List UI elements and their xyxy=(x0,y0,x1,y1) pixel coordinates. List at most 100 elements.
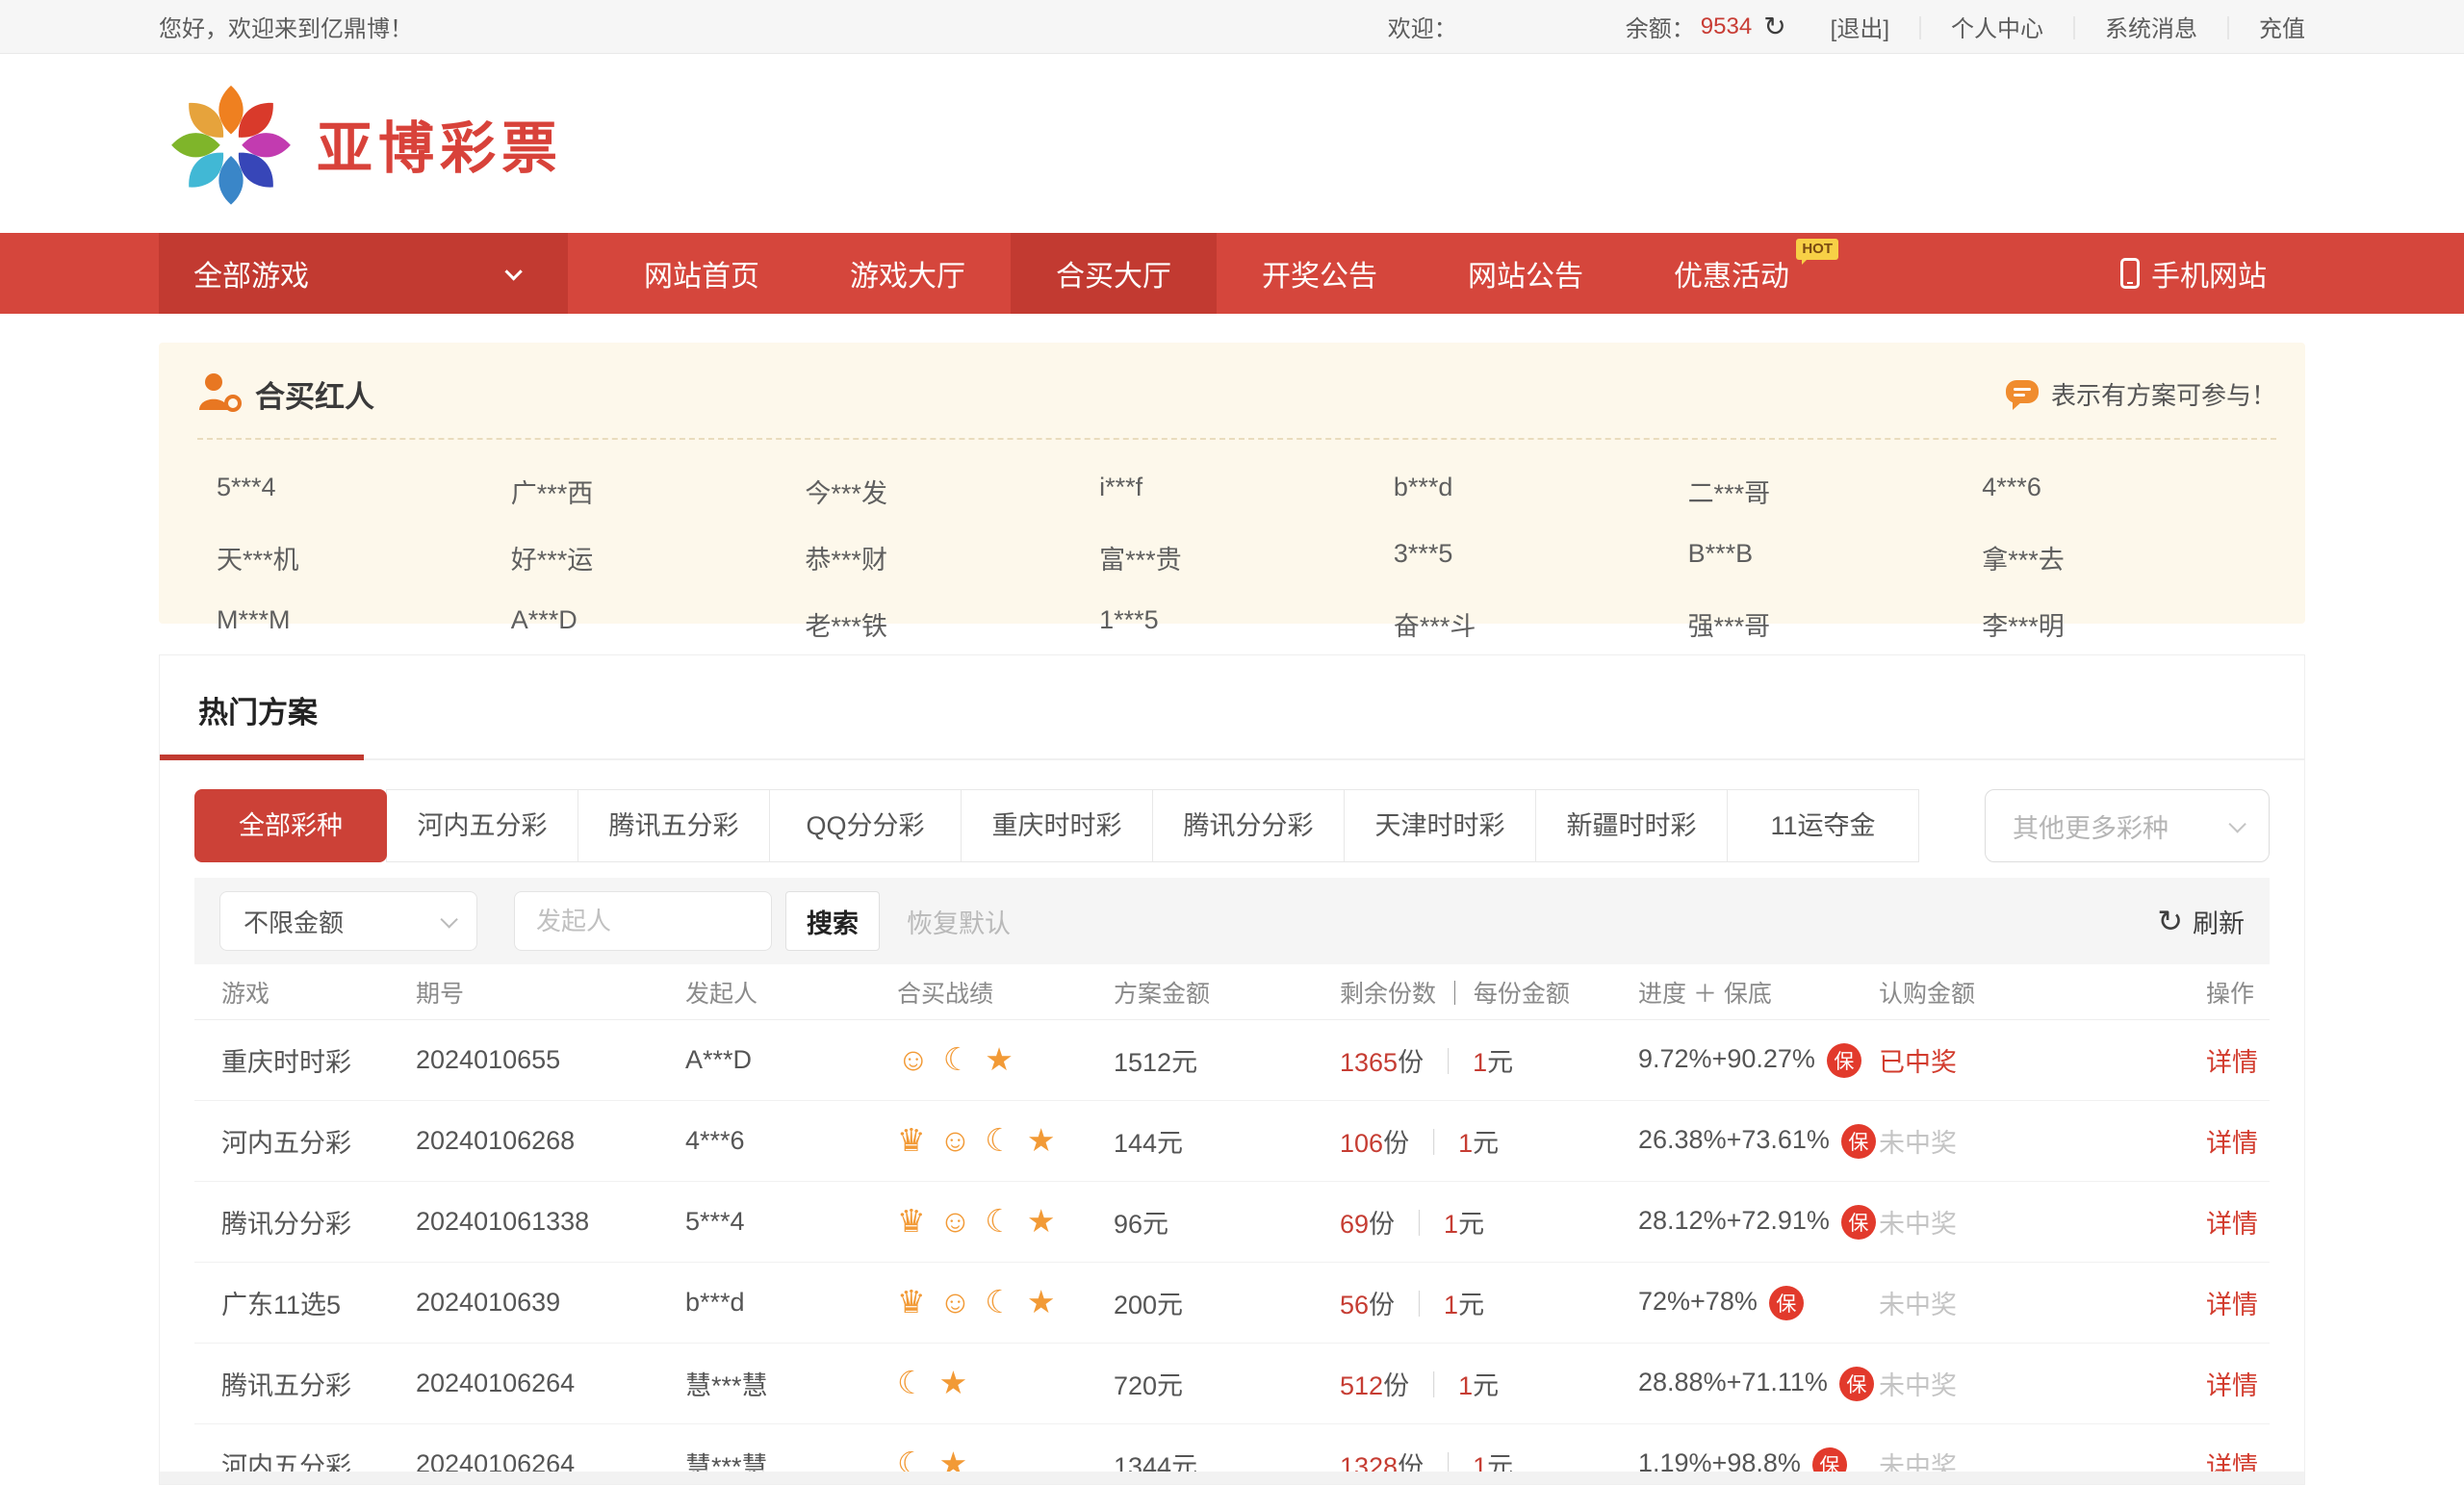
nav-item[interactable]: 开奖公告 xyxy=(1217,233,1423,314)
initiator-search-input[interactable] xyxy=(514,891,772,951)
bottom-strip xyxy=(160,1472,2304,1484)
amount-cell: 720元 xyxy=(1114,1365,1340,1402)
detail-link[interactable]: 详情 xyxy=(2206,1048,2258,1077)
shares-number: 106 xyxy=(1340,1129,1383,1158)
crown-icon: ♛ xyxy=(897,1203,926,1239)
game-cell: 腾讯五分彩 xyxy=(221,1365,416,1402)
plan-tab[interactable]: QQ分分彩 xyxy=(769,789,962,862)
shares-unit: 份 xyxy=(1383,1371,1409,1400)
hot-user[interactable]: M***M xyxy=(217,605,511,643)
plan-tab[interactable]: 11运夺金 xyxy=(1727,789,1919,862)
hot-user[interactable]: 老***铁 xyxy=(805,605,1099,643)
progress-value: 28.12%+72.91% xyxy=(1638,1206,1830,1235)
guarantee-badge: 保 xyxy=(1841,1124,1876,1159)
hot-user[interactable]: 恭***财 xyxy=(805,539,1099,576)
record-badges-cell: ☾★ xyxy=(897,1367,1114,1400)
nav-item[interactable]: 优惠活动HOT xyxy=(1629,233,1835,314)
issue-cell: 20240106264 xyxy=(416,1369,685,1398)
per-share-unit: 元 xyxy=(1458,1291,1484,1319)
balance: 余额： 9534 ↻ xyxy=(1626,10,1786,43)
hot-user[interactable]: 二***哥 xyxy=(1688,473,1983,510)
separator: ｜ xyxy=(1421,1129,1447,1158)
hot-user[interactable]: 3***5 xyxy=(1394,539,1688,576)
nav-item-label: 开奖公告 xyxy=(1262,252,1377,294)
detail-link[interactable]: 详情 xyxy=(2206,1291,2258,1319)
nav-item-label: 网站首页 xyxy=(644,252,759,294)
nav-item[interactable]: 网站公告 xyxy=(1423,233,1629,314)
search-button[interactable]: 搜索 xyxy=(785,891,880,951)
logout-link[interactable]: [退出] xyxy=(1831,10,1889,43)
hot-user[interactable]: A***D xyxy=(511,605,806,643)
hot-user[interactable]: 广***西 xyxy=(511,473,806,510)
all-games-label: 全部游戏 xyxy=(193,252,309,294)
hot-user[interactable]: 今***发 xyxy=(805,473,1099,510)
balance-refresh-icon[interactable]: ↻ xyxy=(1763,13,1785,40)
site-logo[interactable]: 亚博彩票 xyxy=(159,69,563,218)
star-icon: ★ xyxy=(1027,1203,1056,1239)
detail-link[interactable]: 详情 xyxy=(2206,1129,2258,1158)
progress-cell: 28.12%+72.91%保 xyxy=(1638,1205,1879,1240)
shares-unit: 份 xyxy=(1369,1291,1395,1319)
plan-tab[interactable]: 全部彩种 xyxy=(194,789,387,862)
plan-tab[interactable]: 腾讯分分彩 xyxy=(1152,789,1345,862)
nav-item[interactable]: 网站首页 xyxy=(599,233,805,314)
hot-user[interactable]: 1***5 xyxy=(1099,605,1394,643)
nav-item[interactable]: 游戏大厅 xyxy=(805,233,1011,314)
plan-tab[interactable]: 腾讯五分彩 xyxy=(578,789,770,862)
shares-unit: 份 xyxy=(1398,1048,1424,1077)
refresh-label: 刷新 xyxy=(2193,903,2245,940)
nav-item-mobile[interactable]: 手机网站 xyxy=(2082,233,2305,314)
progress-cell: 9.72%+90.27%保 xyxy=(1638,1043,1879,1078)
more-lotteries-select[interactable]: 其他更多彩种 xyxy=(1985,789,2270,862)
detail-link[interactable]: 详情 xyxy=(2206,1210,2258,1239)
progress-cell: 28.88%+71.11%保 xyxy=(1638,1367,1879,1401)
plan-tab[interactable]: 天津时时彩 xyxy=(1344,789,1536,862)
hot-user[interactable]: i***f xyxy=(1099,473,1394,510)
hot-user[interactable]: b***d xyxy=(1394,473,1688,510)
hot-user[interactable]: 李***明 xyxy=(1982,605,2276,643)
hot-user[interactable]: 富***贵 xyxy=(1099,539,1394,576)
chevron-down-icon xyxy=(440,910,457,928)
hot-user[interactable]: 奋***斗 xyxy=(1394,605,1688,643)
col-purchase: 认购金额 xyxy=(1879,975,2206,1010)
progress-cell: 26.38%+73.61%保 xyxy=(1638,1124,1879,1159)
table-row: 腾讯五分彩20240106264慧***慧☾★720元512份｜1元28.88%… xyxy=(194,1344,2270,1424)
all-games-dropdown[interactable]: 全部游戏 xyxy=(159,233,568,314)
plan-tab[interactable]: 河内五分彩 xyxy=(386,789,578,862)
main-nav: 全部游戏 网站首页 游戏大厅合买大厅 开奖公告 网站公告优惠活动HOT 手机网站 xyxy=(0,233,2464,314)
user-center-link[interactable]: 个人中心 xyxy=(1951,10,2043,43)
amount-filter-select[interactable]: 不限金额 xyxy=(219,891,477,951)
reset-defaults-link[interactable]: 恢复默认 xyxy=(907,903,1011,940)
nav-item-label: 优惠活动 xyxy=(1674,252,1789,294)
refresh-button[interactable]: ↻ 刷新 xyxy=(2157,903,2245,940)
col-amount: 方案金额 xyxy=(1114,975,1340,1010)
welcome-label: 欢迎： xyxy=(1388,10,1457,43)
hot-user[interactable]: 5***4 xyxy=(217,473,511,510)
detail-link[interactable]: 详情 xyxy=(2206,1371,2258,1400)
status-label: 未中奖 xyxy=(1879,1291,1957,1319)
plan-tab[interactable]: 新疆时时彩 xyxy=(1535,789,1728,862)
hot-user[interactable]: 4***6 xyxy=(1982,473,2276,510)
per-share-unit: 元 xyxy=(1473,1371,1499,1400)
plans-title-row: 热门方案 xyxy=(160,655,2304,760)
brand-name: 亚博彩票 xyxy=(317,103,563,184)
hot-user[interactable]: 强***哥 xyxy=(1688,605,1983,643)
plan-tab[interactable]: 重庆时时彩 xyxy=(961,789,1153,862)
hot-user[interactable]: B***B xyxy=(1688,539,1983,576)
hot-user[interactable]: 好***运 xyxy=(511,539,806,576)
hot-user[interactable]: 天***机 xyxy=(217,539,511,576)
title-underline xyxy=(160,755,364,760)
separator: ｜ xyxy=(1406,1210,1432,1239)
record-badges-cell: ♛☺☾★ xyxy=(897,1205,1114,1239)
star-icon: ★ xyxy=(1027,1122,1056,1158)
game-cell: 重庆时时彩 xyxy=(221,1041,416,1079)
hot-user[interactable]: 拿***去 xyxy=(1982,539,2276,576)
recharge-link[interactable]: 充值 xyxy=(2259,10,2305,43)
initiator-cell: 慧***慧 xyxy=(685,1365,897,1402)
initiator-cell: 4***6 xyxy=(685,1126,897,1156)
nav-item[interactable]: 合买大厅 xyxy=(1011,233,1217,314)
system-messages-link[interactable]: 系统消息 xyxy=(2105,10,2197,43)
site-header: 亚博彩票 xyxy=(0,54,2464,233)
amount-cell: 96元 xyxy=(1114,1203,1340,1241)
balance-value: 9534 xyxy=(1701,13,1752,40)
